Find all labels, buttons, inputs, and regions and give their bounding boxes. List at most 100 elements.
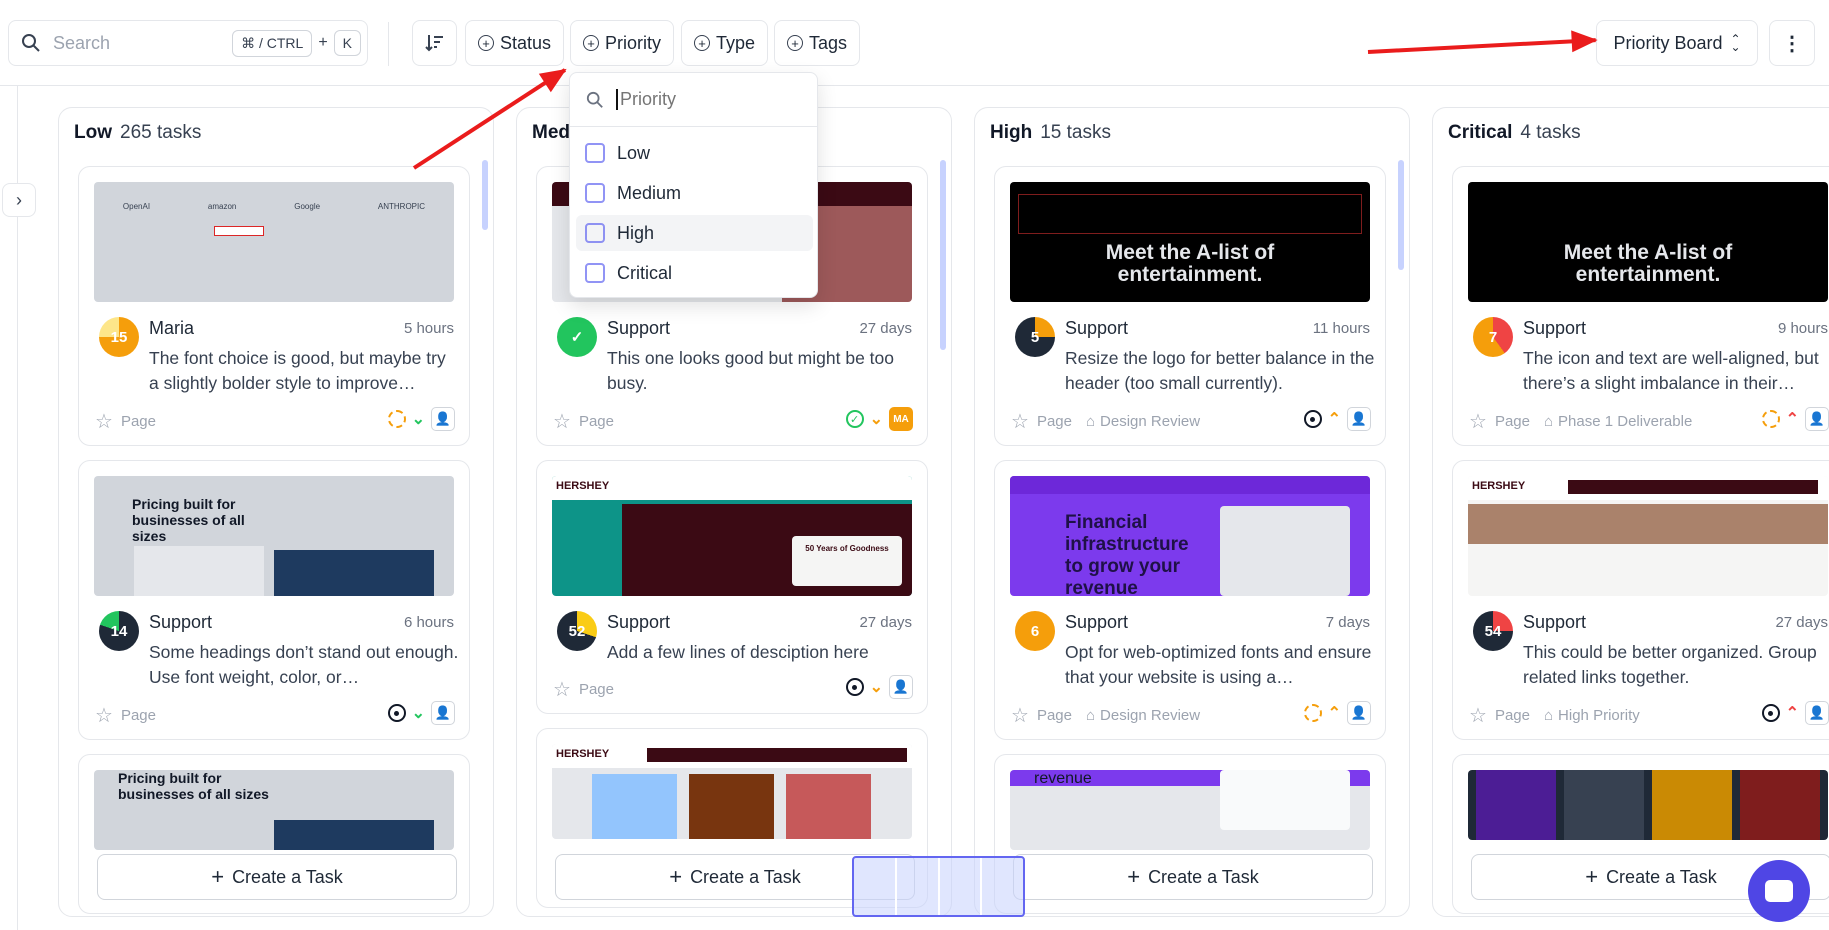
priority-option-high[interactable]: High [576,215,813,251]
page-label: Page [1494,413,1530,430]
thumbnail-text: Meet the A-list of entertainment. [1563,241,1733,286]
column-high: High 15 tasks Meet the A-list of entertai… [974,107,1410,917]
task-card[interactable]: Financial infrastructure to grow your re… [994,460,1386,740]
page-label: Page [1494,707,1530,724]
star-icon[interactable]: ☆ [1011,703,1029,728]
dropdown-search[interactable] [570,73,817,127]
assignee-icon[interactable]: 👤 [1347,407,1371,431]
priority-critical-icon[interactable]: ⌃ [1786,409,1799,429]
assignee-avatar[interactable]: MA [889,407,913,431]
checkbox[interactable] [585,223,605,243]
column-header: High 15 tasks [990,122,1111,144]
task-card[interactable]: OpenAI amazon Google ANTHROPIC 15 Maria … [78,166,470,446]
create-task-button[interactable]: + Create a Task [97,854,457,900]
kebab-icon: ⋮ [1782,32,1802,55]
task-thumbnail: Meet the A-list of entertainment. [1010,182,1370,302]
option-label: Critical [617,262,673,283]
card-author: Support [607,318,671,338]
priority-high-icon[interactable]: ⌃ [1328,703,1341,723]
star-icon[interactable]: ☆ [95,409,113,434]
card-author: Support [149,612,213,632]
priority-low-icon[interactable]: ⌄ [412,409,425,429]
assignee-icon[interactable]: 👤 [1805,407,1829,431]
plus-icon: + [669,864,683,889]
scrollbar[interactable] [940,160,946,350]
star-icon[interactable]: ☆ [553,677,571,702]
card-status-icons: ⌃ 👤 [1761,407,1829,431]
status-done-icon[interactable]: ✓ [845,410,864,428]
column-title: Critical [1448,122,1513,143]
tag-chip[interactable]: ⌂ High Priority [1544,707,1640,724]
priority-high-icon[interactable]: ⌃ [1328,409,1341,429]
checkbox[interactable] [585,143,605,163]
tag-icon: ⌂ [1543,413,1554,430]
star-icon[interactable]: ☆ [1011,409,1029,434]
star-icon[interactable]: ☆ [1469,703,1487,728]
create-task-button[interactable]: + Create a Task [1013,854,1373,900]
priority-option-critical[interactable]: Critical [576,255,813,291]
task-card[interactable]: Meet the A-list of entertainment. 7 Supp… [1452,166,1829,446]
chevron-right-icon: › [16,189,22,210]
assignee-icon[interactable]: 👤 [431,701,455,725]
star-icon[interactable]: ☆ [95,703,113,728]
filter-priority-button[interactable]: + Priority [570,20,675,66]
tag-chip[interactable]: ⌂ Design Review [1086,707,1200,724]
column-header: Low 265 tasks [74,122,201,144]
assignee-icon[interactable]: 👤 [1347,701,1371,725]
card-author: Maria [149,318,195,338]
priority-low-icon[interactable]: ⌄ [412,703,425,723]
task-card[interactable]: Meet the A-list of entertainment. 5 Supp… [994,166,1386,446]
search-box[interactable]: Search ⌘ / CTRL + K [8,20,368,66]
card-status-icons: ⌄ 👤 [387,407,455,431]
more-options-button[interactable]: ⋮ [1769,20,1815,66]
assignee-icon[interactable]: 👤 [1805,701,1829,725]
card-time: 11 hours [1312,320,1370,337]
task-thumbnail: OpenAI amazon Google ANTHROPIC [94,182,454,302]
priority-medium-icon[interactable]: ⌄ [870,677,883,697]
task-card[interactable]: Pricing built for businesses of all size… [78,460,470,740]
task-card[interactable]: HERSHEY 54 Support 27 days This could be… [1452,460,1829,740]
drag-selection-preview[interactable] [852,856,1025,917]
status-in-progress-icon[interactable] [1761,410,1780,428]
assignee-icon[interactable]: 👤 [889,675,913,699]
task-card[interactable]: HERSHEY 50 Years of Goodness 52 Support … [536,460,928,714]
card-meta: ☆ Page ⌂ High Priority [1469,703,1640,728]
filter-type-button[interactable]: + Type [681,20,769,66]
filter-tags-button[interactable]: + Tags [774,20,861,66]
sort-button[interactable] [412,20,457,66]
status-open-icon[interactable] [1761,704,1780,722]
priority-option-medium[interactable]: Medium [576,175,813,211]
thumbnail-brand: HERSHEY [556,480,610,492]
assignee-icon[interactable]: 👤 [431,407,455,431]
star-icon[interactable]: ☆ [553,409,571,434]
status-in-progress-icon[interactable] [387,410,406,428]
card-time: 27 days [1775,614,1828,631]
filter-status-button[interactable]: + Status [465,20,565,66]
priority-critical-icon[interactable]: ⌃ [1786,703,1799,723]
checkbox[interactable] [585,183,605,203]
task-thumbnail: HERSHEY [1468,476,1828,596]
priority-option-low[interactable]: Low [576,135,813,171]
priority-search-input[interactable] [616,89,796,110]
avatar: 54 [1473,611,1513,651]
scrollbar[interactable] [1398,160,1404,270]
priority-medium-icon[interactable]: ⌄ [870,409,883,429]
filter-priority-label: Priority [605,32,662,53]
status-open-icon[interactable] [1303,410,1322,428]
card-meta: ☆ Page ⌂ Design Review [1011,703,1200,728]
status-in-progress-icon[interactable] [1303,704,1322,722]
card-time: 7 days [1325,614,1370,631]
board-select[interactable]: Priority Board ⌃ ⌄ [1596,20,1758,66]
tag-chip[interactable]: ⌂ Design Review [1086,413,1200,430]
star-icon[interactable]: ☆ [1469,409,1487,434]
chat-button[interactable] [1748,860,1810,922]
search-input[interactable]: Search [53,33,232,54]
status-open-icon[interactable] [845,678,864,696]
tag-chip[interactable]: ⌂ Phase 1 Deliverable [1544,413,1692,430]
thumbnail-brand: HERSHEY [556,748,610,760]
checkbox[interactable] [585,263,605,283]
page-label: Page [578,413,614,430]
scrollbar[interactable] [482,160,488,230]
expand-sidebar-button[interactable]: › [2,183,36,217]
status-open-icon[interactable] [387,704,406,722]
